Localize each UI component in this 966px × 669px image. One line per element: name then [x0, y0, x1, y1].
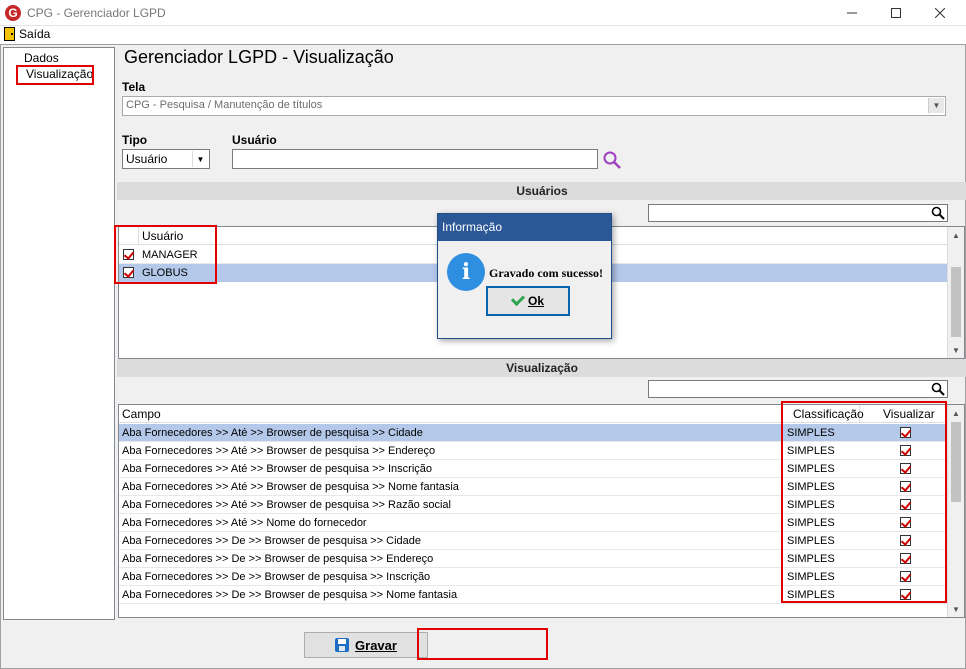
usuarios-scrollbar[interactable]: ▲ ▼: [947, 227, 964, 358]
highlight-box: [781, 401, 947, 603]
tela-select[interactable]: CPG - Pesquisa / Manutenção de títulos ▼: [122, 96, 946, 116]
search-icon[interactable]: [602, 150, 622, 170]
scroll-thumb[interactable]: [951, 267, 961, 337]
tree-item-dados[interactable]: Dados: [24, 51, 59, 65]
minimize-button[interactable]: [830, 0, 874, 26]
visualizacao-search-input[interactable]: [648, 380, 948, 398]
campo-cell: Aba Fornecedores >> Até >> Browser de pe…: [122, 499, 451, 511]
campo-column-header[interactable]: Campo: [119, 405, 783, 423]
maximize-icon: [891, 8, 901, 18]
menu-bar: Saída: [0, 26, 966, 44]
campo-cell: Aba Fornecedores >> Até >> Browser de pe…: [122, 445, 436, 457]
tipo-select[interactable]: Usuário ▼: [122, 149, 210, 169]
scroll-thumb[interactable]: [951, 422, 961, 502]
usuarios-search-input[interactable]: [648, 204, 948, 222]
dialog-title: Informação: [438, 214, 611, 241]
scroll-up-icon[interactable]: ▲: [948, 227, 964, 243]
tipo-label: Tipo: [122, 133, 148, 147]
campo-cell: Aba Fornecedores >> Até >> Browser de pe…: [122, 427, 423, 439]
scroll-up-icon[interactable]: ▲: [948, 405, 964, 421]
navigation-tree: Dados Visualização: [3, 47, 115, 620]
page-title: Gerenciador LGPD - Visualização: [124, 47, 394, 67]
menu-item-saida[interactable]: Saída: [4, 27, 50, 41]
highlight-box: [16, 65, 94, 85]
door-icon: [4, 27, 15, 41]
title-bar: G CPG - Gerenciador LGPD: [0, 0, 966, 26]
chevron-down-icon: ▼: [928, 98, 944, 113]
highlight-box: [417, 628, 548, 660]
app-area: Dados Visualização Gerenciador LGPD - Vi…: [0, 44, 966, 669]
window-title: CPG - Gerenciador LGPD: [27, 6, 166, 20]
close-button[interactable]: [918, 0, 962, 26]
tela-select-value: CPG - Pesquisa / Manutenção de títulos: [126, 99, 323, 111]
dialog-message: Gravado com sucesso!: [489, 266, 603, 280]
campo-cell: Aba Fornecedores >> Até >> Browser de pe…: [122, 463, 433, 475]
ok-label: Ok: [527, 294, 544, 308]
visualizacao-section-header: Visualização: [117, 359, 966, 377]
app-logo-icon: G: [5, 5, 21, 21]
scroll-down-icon[interactable]: ▼: [948, 342, 964, 358]
scroll-down-icon[interactable]: ▼: [948, 601, 964, 617]
gravar-label: Gravar: [355, 637, 397, 653]
save-icon: [335, 638, 350, 652]
maximize-button[interactable]: [874, 0, 918, 26]
minimize-icon: [847, 12, 857, 14]
check-icon: [510, 291, 526, 307]
gravar-button[interactable]: Gravar: [304, 632, 428, 658]
ok-button[interactable]: Ok: [486, 286, 570, 316]
close-icon: [935, 8, 945, 18]
search-icon[interactable]: [931, 206, 945, 220]
search-icon[interactable]: [931, 382, 945, 396]
campo-cell: Aba Fornecedores >> Até >> Nome do forne…: [122, 517, 367, 529]
tipo-select-value: Usuário: [126, 152, 168, 166]
chevron-down-icon: ▼: [192, 151, 208, 167]
info-dialog: Informação i Gravado com sucesso! Ok: [437, 213, 612, 339]
menu-item-label: Saída: [19, 27, 51, 41]
campo-cell: Aba Fornecedores >> Até >> Browser de pe…: [122, 481, 459, 493]
info-icon: i: [447, 253, 485, 291]
campo-cell: Aba Fornecedores >> De >> Browser de pes…: [122, 553, 434, 565]
campo-cell: Aba Fornecedores >> De >> Browser de pes…: [122, 535, 422, 547]
campo-cell: Aba Fornecedores >> De >> Browser de pes…: [122, 571, 431, 583]
usuario-input[interactable]: [232, 149, 598, 169]
visualizacao-scrollbar[interactable]: ▲ ▼: [947, 405, 964, 617]
tela-label: Tela: [122, 80, 146, 94]
highlight-box: [114, 225, 217, 284]
campo-cell: Aba Fornecedores >> De >> Browser de pes…: [122, 589, 458, 601]
usuario-label: Usuário: [232, 133, 277, 147]
usuarios-section-header: Usuários: [117, 182, 966, 200]
